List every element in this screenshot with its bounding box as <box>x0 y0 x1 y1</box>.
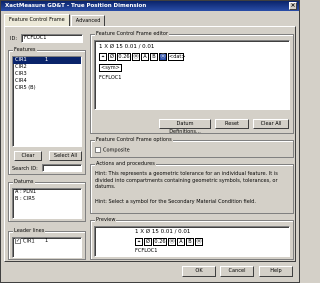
leader-lines-label: Leader lines <box>13 228 46 234</box>
sym-placeholder[interactable]: <sym> <box>99 64 122 72</box>
datum-b: B <box>186 238 194 246</box>
datum-placeholder[interactable]: <dat> <box>168 53 186 61</box>
diameter-icon[interactable]: Ø <box>108 53 116 61</box>
datum-definitions-button[interactable]: Datum Definitions... <box>159 119 211 135</box>
preview-name: FCFLOC1 <box>135 248 158 254</box>
hint-2: Hint: Select a symbol for the Secondary … <box>95 199 256 205</box>
clear-button[interactable]: Clear <box>14 151 42 161</box>
leader-lines-group: Leader lines CIR11 <box>8 228 86 260</box>
mmc-icon[interactable]: Ⓜ <box>132 53 140 61</box>
features-group: Features CIR1 1 CIR2 CIR3 CIR4 CIR5 (B) C… <box>8 47 86 175</box>
editor-frame[interactable]: ⌖ Ø 0.26 Ⓜ A B Ⓜ <dat> <box>99 53 186 61</box>
preview-canvas: 1 X Ø 15 0.01 / 0.01 ⌖ Ø 0.26 Ⓜ A B Ⓜ FCFLOC1 <box>94 226 290 257</box>
datums-group: Datums A : PLN1 B : CIR5 <box>8 179 86 222</box>
position-icon: ⌖ <box>135 238 143 246</box>
list-item[interactable]: CIR5 (B) <box>13 85 81 92</box>
cancel-button[interactable]: Cancel <box>220 266 254 277</box>
datums-list[interactable]: A : PLN1 B : CIR5 <box>12 188 82 219</box>
editor-line1: 1 X Ø 15 0.01 / 0.01 <box>99 44 155 50</box>
list-item[interactable]: CIR4 <box>13 78 81 85</box>
fcf-editor-label: Feature Control Frame editor <box>95 31 170 37</box>
secondary-mmc-icon[interactable]: Ⓜ <box>159 53 167 61</box>
actions-group: Actions and procedures Hint: This repres… <box>90 161 294 214</box>
fcf-editor-group: Feature Control Frame editor 1 X Ø 15 0.… <box>90 31 294 135</box>
tolerance-value: 0.26 <box>153 238 167 246</box>
hint-1: Hint: This represents a geometric tolera… <box>95 171 278 190</box>
list-item[interactable]: CIR2 <box>13 64 81 71</box>
leader-line-checkbox[interactable] <box>15 238 21 244</box>
select-all-button[interactable]: Select All <box>49 151 82 161</box>
tab-advanced[interactable]: Advanced <box>70 15 106 26</box>
diameter-icon: Ø <box>144 238 152 246</box>
datum-a: A <box>177 238 185 246</box>
fcf-options-label: Feature Control Frame options <box>95 137 173 143</box>
help-button[interactable]: Help <box>259 266 293 277</box>
leader-lines-list[interactable]: CIR11 <box>12 237 82 258</box>
preview-frame: ⌖ Ø 0.26 Ⓜ A B Ⓜ <box>135 238 204 246</box>
clear-all-button[interactable]: Clear All <box>253 119 289 129</box>
composite-label: Composite <box>103 147 130 154</box>
composite-checkbox[interactable] <box>95 147 101 153</box>
search-id-label: Search ID: <box>12 166 38 172</box>
datums-label: Datums <box>13 179 35 185</box>
tab-strip: Feature Control Frame Advanced <box>4 14 106 26</box>
features-list[interactable]: CIR1 1 CIR2 CIR3 CIR4 CIR5 (B) <box>12 56 82 147</box>
position-icon[interactable]: ⌖ <box>99 53 107 61</box>
tab-panel: ID: FCFLOC1 Features CIR1 1 CIR2 CIR3 CIR… <box>4 26 296 262</box>
preview-line1: 1 X Ø 15 0.01 / 0.01 <box>135 229 191 235</box>
preview-group: Preview 1 X Ø 15 0.01 / 0.01 ⌖ Ø 0.26 Ⓜ A B Ⓜ … <box>90 217 294 260</box>
fcf-editor-canvas[interactable]: 1 X Ø 15 0.01 / 0.01 ⌖ Ø 0.26 Ⓜ A B Ⓜ <dat> <sy… <box>94 40 290 110</box>
features-label: Features <box>13 47 37 53</box>
secondary-mmc-icon: Ⓜ <box>195 238 203 246</box>
search-id-input[interactable] <box>42 164 82 172</box>
reset-button[interactable]: Reset <box>215 119 249 129</box>
id-label: ID: <box>10 36 18 42</box>
preview-label: Preview <box>95 217 117 223</box>
window-title: XactMeasure GD&T - True Position Dimensi… <box>5 3 147 9</box>
title-bar: XactMeasure GD&T - True Position Dimensi… <box>1 1 299 11</box>
editor-name: FCFLOC1 <box>99 75 122 81</box>
dialog-window: XactMeasure GD&T - True Position Dimensi… <box>0 0 300 283</box>
close-button[interactable]: × <box>289 2 297 10</box>
list-item[interactable]: B : CIR5 <box>13 196 81 203</box>
actions-label: Actions and procedures <box>95 161 156 167</box>
composite-option[interactable]: Composite <box>95 147 130 154</box>
list-item[interactable]: CIR3 <box>13 71 81 78</box>
datum-a[interactable]: A <box>141 53 149 61</box>
datum-b[interactable]: B <box>150 53 158 61</box>
id-input[interactable]: FCFLOC1 <box>21 34 83 43</box>
list-item[interactable]: A : PLN1 <box>13 189 81 196</box>
fcf-options-group: Feature Control Frame options Composite <box>90 137 294 158</box>
ok-button[interactable]: OK <box>182 266 216 277</box>
list-item[interactable]: CIR11 <box>13 57 81 64</box>
mmc-icon: Ⓜ <box>168 238 176 246</box>
tolerance-value[interactable]: 0.26 <box>117 53 131 61</box>
tab-feature-control-frame[interactable]: Feature Control Frame <box>4 14 70 26</box>
list-item[interactable]: CIR11 <box>13 238 81 245</box>
